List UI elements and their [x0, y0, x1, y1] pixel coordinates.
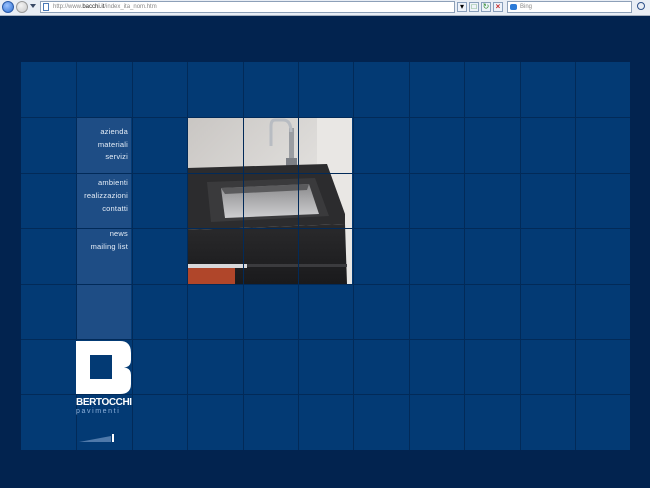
- main-menu: azienda materiali servizi ambienti reali…: [76, 126, 128, 254]
- menu-item-contatti[interactable]: contatti: [76, 203, 128, 216]
- history-dropdown-icon[interactable]: [30, 4, 36, 8]
- back-button[interactable]: [2, 1, 14, 13]
- compatibility-icon[interactable]: □: [469, 2, 479, 12]
- forward-button[interactable]: [16, 1, 28, 13]
- browser-toolbar: http://www.bacchi.it/index_ita_nom.htm ▾…: [0, 0, 650, 16]
- stop-icon[interactable]: ×: [493, 2, 503, 12]
- address-domain: bacchi.it: [82, 4, 105, 10]
- address-dropdown-icon[interactable]: ▾: [457, 2, 467, 12]
- search-placeholder: Bing: [520, 4, 533, 10]
- menu-item-materiali[interactable]: materiali: [76, 139, 128, 152]
- brand: BERTOCCHI pavimenti: [76, 397, 132, 416]
- brand-name: BERTOCCHI: [76, 397, 132, 408]
- address-path: /index_ita_nom.htm: [104, 4, 157, 10]
- menu-item-realizzazioni[interactable]: realizzazioni: [76, 190, 128, 203]
- page-icon: [43, 3, 49, 11]
- refresh-icon[interactable]: ↻: [481, 2, 491, 12]
- menu-item-ambienti[interactable]: ambienti: [76, 177, 128, 190]
- search-box[interactable]: Bing: [507, 1, 632, 13]
- bing-icon: [510, 4, 517, 10]
- logo-b-icon: [76, 341, 131, 394]
- menu-item-servizi[interactable]: servizi: [76, 151, 128, 164]
- menu-item-mailing-list[interactable]: mailing list: [76, 241, 128, 254]
- menu-item-azienda[interactable]: azienda: [76, 126, 128, 139]
- menu-item-news[interactable]: news: [76, 228, 128, 241]
- brand-subtitle: pavimenti: [76, 408, 121, 415]
- logo[interactable]: [76, 341, 131, 394]
- page-content: azienda materiali servizi ambienti reali…: [21, 62, 630, 450]
- address-prefix: http://www.: [53, 4, 83, 10]
- address-bar[interactable]: http://www.bacchi.it/index_ita_nom.htm: [40, 1, 455, 13]
- search-icon[interactable]: [637, 2, 645, 10]
- loading-indicator: [79, 434, 114, 442]
